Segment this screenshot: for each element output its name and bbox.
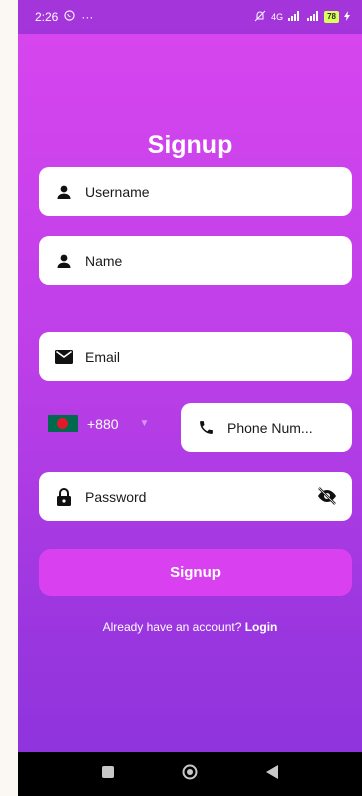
email-field[interactable]: Email [39,332,352,381]
username-placeholder: Username [85,183,150,200]
name-field[interactable]: Name [39,236,352,285]
status-dots: ··· [81,10,94,24]
password-field[interactable]: Password [39,472,352,521]
person-icon [55,183,73,201]
back-nav-icon[interactable] [266,764,278,784]
phone-number-field[interactable]: Phone Num... [181,403,352,452]
login-link[interactable]: Login [245,620,278,634]
password-placeholder: Password [85,488,147,505]
lock-icon [55,487,73,506]
system-nav-bar [18,752,362,796]
chevron-down-icon: ▼ [139,418,150,429]
login-prompt: Already have an account? Login [18,620,362,634]
country-code: +880 [87,415,119,432]
status-right: 4G 78 [254,10,350,24]
status-bar: 2:26 ··· 4G 78 [18,0,362,34]
square-nav-icon[interactable] [102,765,114,783]
phone-icon [197,419,215,437]
eye-off-icon[interactable] [317,487,337,510]
mail-icon [55,348,73,366]
app-screen: 2:26 ··· 4G 78 Signup Username Name Emai… [18,0,362,796]
username-field[interactable]: Username [39,167,352,216]
network-label: 4G [271,12,284,22]
charging-icon [344,11,350,23]
phone-placeholder: Phone Num... [227,419,313,436]
country-code-selector[interactable]: +880 ▼ [48,415,149,432]
name-placeholder: Name [85,252,123,269]
signal2-icon [307,11,319,23]
page-title: Signup [147,131,233,159]
battery-badge: 78 [324,11,339,23]
email-placeholder: Email [85,348,121,365]
already-text: Already have an account? [102,620,242,634]
person-icon [55,252,73,270]
circle-nav-icon[interactable] [182,764,198,785]
flag-bangladesh-icon [48,415,78,432]
signup-button[interactable]: Signup [39,549,352,596]
whatsapp-icon [64,10,75,24]
mute-icon [254,10,266,24]
status-time: 2:26 [35,10,59,24]
signal-icon [288,11,302,23]
status-left: 2:26 ··· [35,10,93,24]
